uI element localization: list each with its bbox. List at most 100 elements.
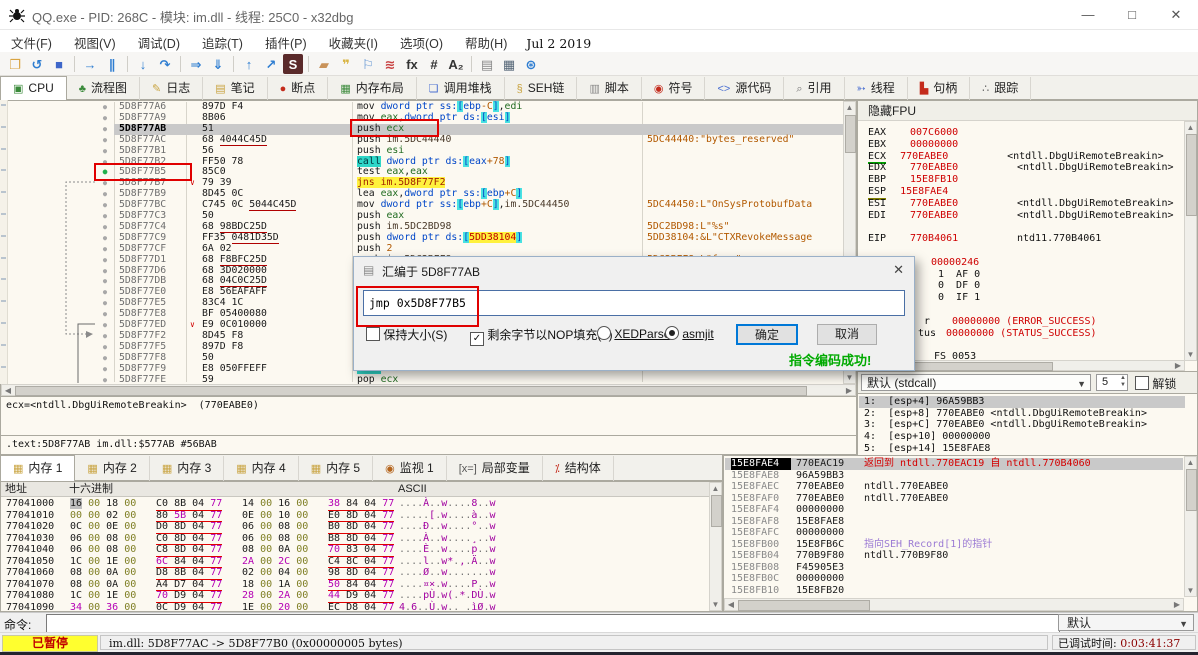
instruction-dot-icon[interactable]: ● (98, 233, 112, 244)
register-row[interactable]: EBX 00000000 (858, 139, 1184, 151)
bookmark-icon[interactable]: ≋ (380, 55, 400, 75)
instruction-dot-icon[interactable]: ● (98, 244, 112, 255)
pause-icon[interactable]: ∥ (102, 55, 122, 75)
argument-row[interactable]: 2: [esp+8] 770EABE0 <ntdll.DbgUiRemoteBr… (859, 408, 1185, 420)
argument-row[interactable]: 4: [esp+10] 00000000 (859, 431, 1185, 443)
assemble-instruction-input[interactable] (363, 290, 905, 316)
preferences-icon[interactable]: ⊛ (521, 55, 541, 75)
register-row[interactable]: ECX 770EABE0 <ntdll.DbgUiRemoteBreakin> (858, 151, 1184, 165)
register-row[interactable]: EBP 15E8FB10 (858, 174, 1184, 186)
instruction-dot-icon[interactable]: ● (98, 189, 112, 200)
tab-调用堆栈[interactable]: ❏ 调用堆栈 (417, 77, 505, 100)
breakpoint-dot-icon[interactable]: ● (98, 167, 112, 178)
bottom-tab-结构体[interactable]: ⁒ 结构体 (543, 456, 614, 481)
open-file-icon[interactable]: ❐ (5, 55, 25, 75)
close-icon[interactable]: ✕ (893, 262, 904, 278)
font-icon[interactable]: A₂ (446, 54, 466, 74)
instruction-dot-icon[interactable]: ● (98, 146, 112, 157)
memory-row[interactable]: 77041020 0C 00 0E 00 D0 8D 04 77 06 00 08 0… (2, 521, 708, 534)
assemble-dialog[interactable]: ▤ 汇编于 5D8F77AB ✕ 保持大小(S) ✓ 剩余字节以NOP填充(F)… (353, 256, 915, 371)
instruction-dot-icon[interactable]: ● (98, 320, 112, 331)
close-button[interactable]: ✕ (1154, 0, 1198, 30)
tab-脚本[interactable]: ▥ 脚本 (577, 77, 642, 100)
step-into-icon[interactable]: ↓ (133, 54, 153, 74)
instruction-dot-icon[interactable]: ● (98, 157, 112, 168)
cancel-button[interactable]: 取消 (817, 324, 877, 345)
stack-vscrollbar[interactable]: ▲ ▼ (1184, 456, 1197, 597)
register-row[interactable]: EDI 770EABE0 <ntdll.DbgUiRemoteBreakin> (858, 210, 1184, 222)
maximize-button[interactable]: □ (1110, 0, 1154, 30)
minimize-button[interactable]: — (1066, 0, 1110, 30)
bottom-tab-内存 3[interactable]: ▦ 内存 3 (150, 456, 225, 481)
bottom-tab-监视 1[interactable]: ◉ 监视 1 (373, 456, 447, 481)
command-profile-select[interactable]: 默认 ▼ (1058, 614, 1194, 631)
assembler-icon[interactable]: ▤ (477, 55, 497, 75)
tab-断点[interactable]: ● 断点 (268, 77, 329, 100)
instruction-dot-icon[interactable]: ● (98, 113, 112, 124)
strings-icon[interactable]: S (283, 54, 303, 74)
function-icon[interactable]: fx (402, 54, 422, 74)
hide-fpu-button[interactable]: 隐藏FPU (858, 101, 1197, 121)
label-icon[interactable]: ⚐ (358, 55, 378, 75)
bottom-tab-内存 1[interactable]: ▦ 内存 1 (0, 455, 76, 483)
register-row[interactable] (858, 221, 1184, 233)
instruction-dot-icon[interactable]: ● (98, 102, 112, 113)
keep-size-checkbox[interactable]: 保持大小(S) (366, 326, 447, 343)
stop-icon[interactable]: ■ (49, 54, 69, 74)
bottom-tab-内存 4[interactable]: ▦ 内存 4 (224, 456, 299, 481)
tab-句柄[interactable]: ▙ 句柄 (908, 77, 971, 100)
memory-row[interactable]: 77041040 06 00 08 00 C8 8D 04 77 08 00 0A 0… (2, 544, 708, 557)
instruction-dot-icon[interactable]: ● (98, 309, 112, 320)
stack-row[interactable]: 15E8FAE8 96A59BB3 (725, 470, 1183, 482)
instruction-dot-icon[interactable]: ● (98, 255, 112, 266)
command-input[interactable] (46, 614, 1060, 634)
tab-符号[interactable]: ◉ 符号 (642, 77, 706, 100)
memory-row[interactable]: 77041070 08 00 0A 00 A4 D7 04 77 18 00 1A 0… (2, 579, 708, 591)
argument-row[interactable]: 5: [esp+14] 15E8FAE8 (859, 443, 1185, 455)
bottom-tab-内存 2[interactable]: ▦ 内存 2 (75, 456, 150, 481)
run-to-cursor-icon[interactable]: ⇒ (186, 55, 206, 75)
tab-跟踪[interactable]: ∴ 跟踪 (970, 77, 1032, 100)
ok-button[interactable]: 确定 (736, 324, 798, 345)
memory-row[interactable]: 77041010 00 00 02 00 80 5B 04 77 0E 00 10 0… (2, 510, 708, 522)
instruction-dot-icon[interactable]: ● (98, 342, 112, 353)
disasm-row[interactable]: ● 5D8F77AC 68 4044C45D push im.5DC44440 5DC… (2, 133, 844, 146)
instruction-dot-icon[interactable]: ● (98, 211, 112, 222)
tab-笔记[interactable]: ▤ 笔记 (203, 77, 268, 100)
memory-dump-pane[interactable]: 地址 十六进制 ASCII 77041000 16 00 18 00 C0 8B 0… (0, 481, 723, 614)
stack-row[interactable]: 15E8FAF0 770EABE0 ntdll.770EABE0 (725, 493, 1183, 505)
nop-fill-checkbox[interactable]: ✓ 剩余字节以NOP填充(F) (470, 326, 613, 346)
register-row[interactable]: ESI 770EABE0 <ntdll.DbgUiRemoteBreakin> (858, 198, 1184, 210)
stack-row[interactable]: 15E8FB0C 00000000 (725, 573, 1183, 585)
patch-icon[interactable]: ▰ (314, 55, 334, 75)
instruction-dot-icon[interactable]: ● (98, 135, 112, 146)
stepper-arrows-icon[interactable]: ▲ ▼ (1120, 375, 1126, 389)
stack-row[interactable]: 15E8FAFC 00000000 (725, 527, 1183, 539)
register-row[interactable]: EDX 770EABE0 <ntdll.DbgUiRemoteBreakin> (858, 162, 1184, 174)
memory-row[interactable]: 77041050 1C 00 1E 00 6C 84 04 77 2A 00 2C 0… (2, 556, 708, 568)
memory-vscrollbar[interactable]: ▲ ▼ (709, 482, 722, 611)
tab-日志[interactable]: ✎ 日志 (140, 77, 204, 100)
tab-引用[interactable]: ⌕ 引用 (784, 77, 845, 100)
checkbox-icon[interactable] (1135, 376, 1149, 390)
memory-row[interactable]: 77041030 06 00 08 00 C0 8D 04 77 06 00 08 0… (2, 533, 708, 545)
register-row[interactable]: EAX 007C6000 (858, 127, 1184, 139)
radio-selected-icon[interactable] (665, 326, 679, 340)
instruction-dot-icon[interactable]: ● (98, 287, 112, 298)
stack-row[interactable]: 15E8FB08 F45905E3 (725, 562, 1183, 574)
calling-convention-select[interactable]: 默认 (stdcall) ▼ (861, 374, 1091, 391)
stack-row[interactable]: 15E8FAE4 770EAC19 返回到 ntdll.770EAC19 自 ntd… (725, 458, 1183, 470)
stack-row[interactable]: 15E8FAF4 00000000 (725, 504, 1183, 516)
xedparse-radio[interactable]: XEDParse (597, 326, 670, 341)
instruction-dot-icon[interactable]: ● (98, 298, 112, 309)
disasm-hscrollbar[interactable]: ◀ ▶ (1, 384, 856, 396)
instruction-dot-icon[interactable]: ● (98, 353, 112, 364)
instruction-dot-icon[interactable]: ● (98, 331, 112, 342)
instruction-dot-icon[interactable]: ● (98, 266, 112, 277)
stack-row[interactable]: 15E8FAEC 770EABE0 ntdll.770EABE0 (725, 481, 1183, 493)
step-out-icon[interactable]: ↑ (239, 54, 259, 74)
stack-row[interactable]: 15E8FB04 770B9F80 ntdll.770B9F80 (725, 550, 1183, 562)
instruction-dot-icon[interactable]: ● (98, 364, 112, 375)
dialog-title-bar[interactable]: ▤ 汇编于 5D8F77AB ✕ (354, 257, 914, 283)
tab-源代码[interactable]: <> 源代码 (705, 77, 785, 100)
